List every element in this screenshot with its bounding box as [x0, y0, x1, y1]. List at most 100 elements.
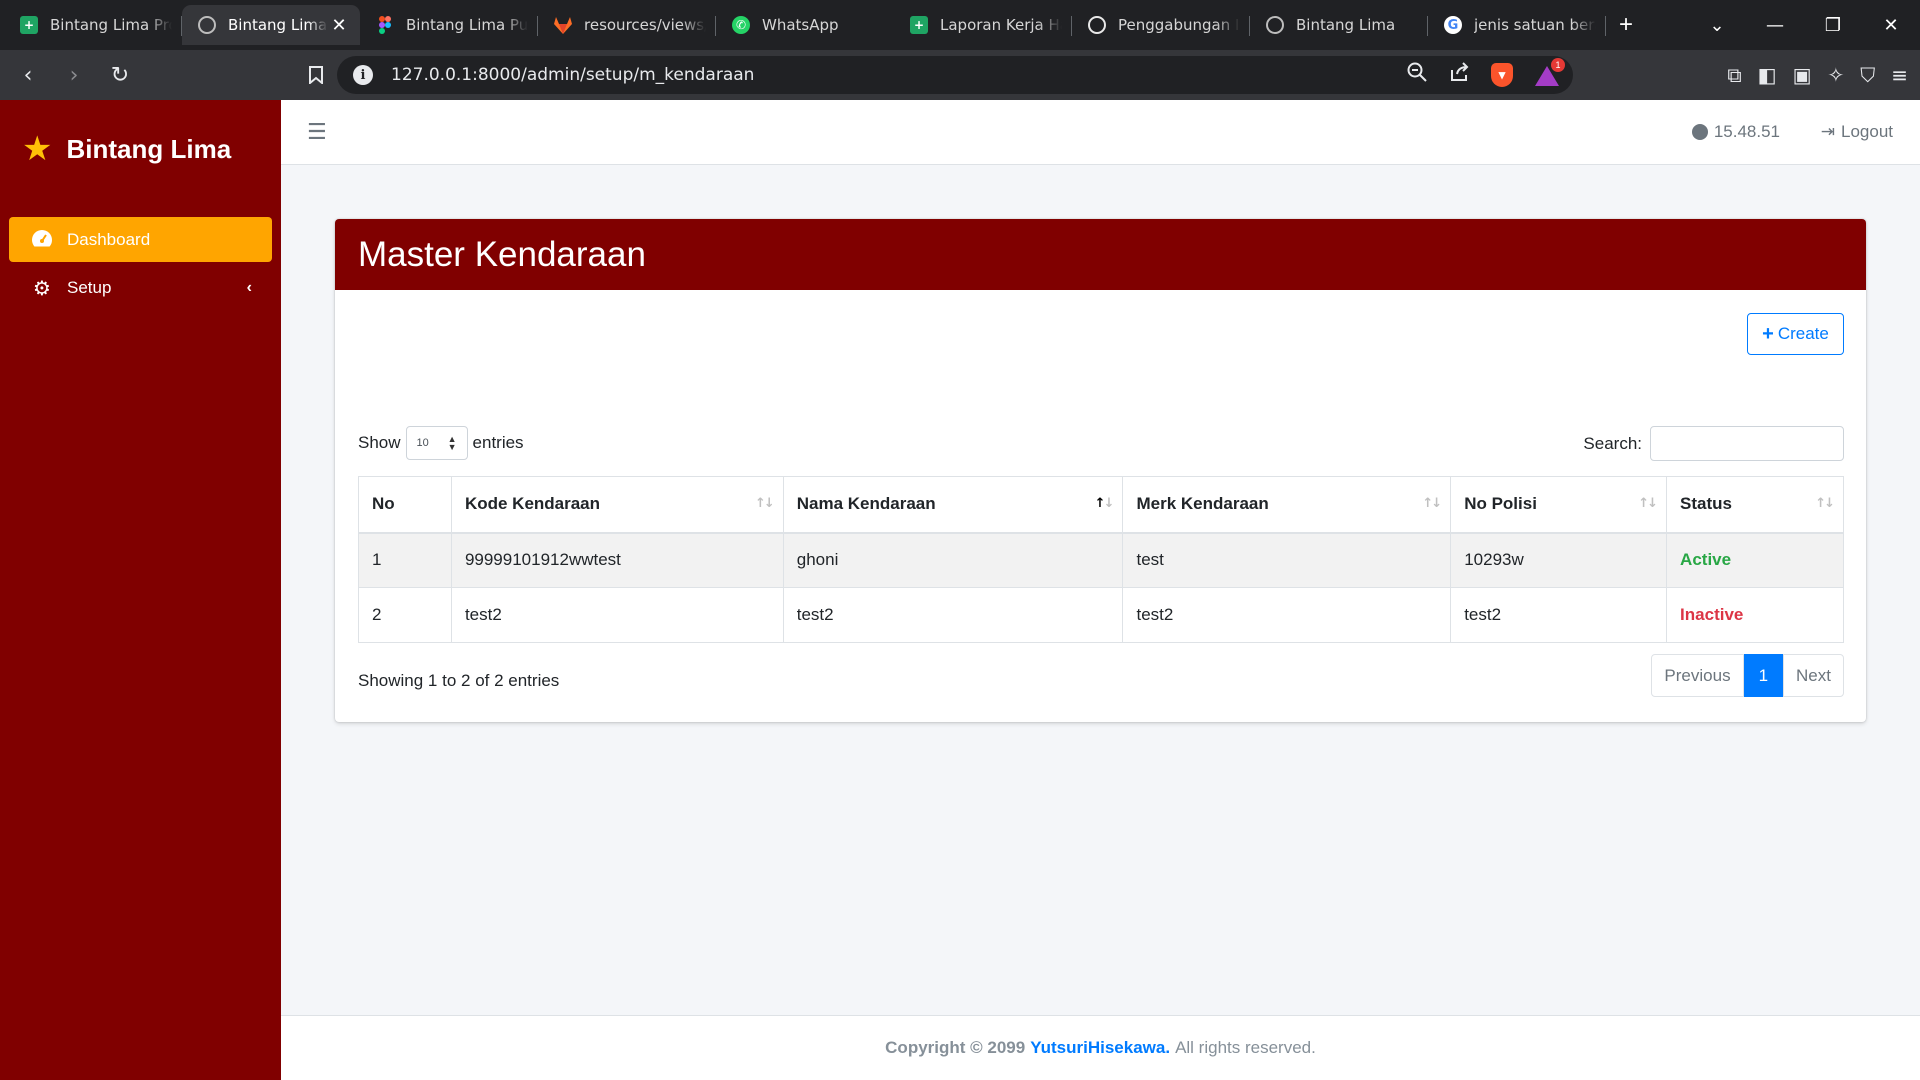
master-kendaraan-card: Master Kendaraan + Create Show 10 ▲ ▼ ent… [335, 219, 1866, 722]
column-header-no[interactable]: No [358, 476, 452, 534]
browser-tab[interactable]: Bintang Lima [1250, 5, 1428, 45]
column-header-status[interactable]: Status ↑↓ [1666, 476, 1844, 534]
brand[interactable]: ★ Bintang Lima [22, 132, 231, 166]
logout-icon: ⇥ [1820, 122, 1835, 142]
vpn-icon[interactable]: ⛉ [1860, 63, 1875, 87]
browser-tab[interactable]: + Laporan Kerja Har [894, 5, 1072, 45]
browser-tab[interactable]: resources/views/fr [538, 5, 716, 45]
browser-tab-strip: + Bintang Lima Proj Bintang Lima ✕ Binta… [0, 0, 1920, 50]
chevron-left-icon: ‹ [246, 278, 252, 296]
page-title: Master Kendaraan [358, 234, 646, 274]
entries-label: entries [472, 433, 524, 452]
address-bar[interactable]: i 127.0.0.1:8000/admin/setup/m_kendaraan… [337, 56, 1573, 94]
column-header-kode[interactable]: Kode Kendaraan ↑↓ [450, 476, 784, 534]
page-length-select[interactable]: 10 ▲ ▼ [405, 426, 468, 460]
status-badge: Active [1680, 550, 1732, 570]
pagination-page-1[interactable]: 1 [1743, 654, 1784, 697]
tachometer-icon [31, 228, 53, 252]
close-window-icon[interactable]: ✕ [1862, 15, 1920, 36]
plus-icon: + [1762, 322, 1774, 345]
tab-title: Bintang Lima Proj [50, 16, 172, 34]
browser-tab[interactable]: Penggabungan In [1072, 5, 1250, 45]
close-tab-icon[interactable]: ✕ [328, 15, 350, 36]
brave-rewards-icon[interactable]: 1 [1535, 58, 1565, 86]
table-row[interactable]: 2 test2 test2 test2 test2 Inactive [358, 587, 1844, 643]
create-button[interactable]: + Create [1747, 313, 1844, 355]
zoom-icon[interactable] [1407, 62, 1427, 88]
tab-title: Bintang Lima Putr [406, 16, 528, 34]
browser-tab[interactable]: Bintang Lima Putr [360, 5, 538, 45]
leo-ai-icon[interactable]: ✧ [1827, 63, 1844, 87]
globe-icon [1266, 16, 1284, 34]
sort-asc-icon: ↑↓ [1094, 496, 1115, 511]
logout-label: Logout [1841, 122, 1893, 141]
tab-title: Laporan Kerja Har [940, 16, 1062, 34]
whatsapp-icon: ✆ [732, 16, 750, 34]
restore-icon[interactable]: ❐ [1804, 15, 1862, 36]
new-tab-button[interactable]: + [1606, 0, 1646, 50]
sidebar-item-setup[interactable]: ⚙ Setup ‹ [9, 265, 272, 310]
google-icon: G [1444, 16, 1462, 34]
reload-icon[interactable]: ↻ [102, 57, 138, 93]
pagination-next[interactable]: Next [1783, 654, 1844, 697]
sidebar-item-label: Setup [67, 277, 112, 297]
tab-title: resources/views/fr [584, 16, 706, 34]
tab-title: jenis satuan berat [1474, 16, 1596, 34]
browser-tab[interactable]: + Bintang Lima Proj [4, 5, 182, 45]
rewards-badge: 1 [1551, 58, 1565, 72]
tab-title: Penggabungan In [1118, 16, 1240, 34]
sheets-icon: + [910, 16, 928, 34]
cell-no: 1 [358, 532, 452, 588]
cell-polisi: test2 [1450, 587, 1668, 643]
table-search: Search: [1583, 426, 1844, 461]
figma-icon [376, 16, 394, 34]
kendaraan-table: No Kode Kendaraan ↑↓ Nama Kendaraan ↑↓ Mer… [358, 476, 1844, 643]
forward-icon[interactable]: › [56, 57, 92, 93]
tab-search-chevron-icon[interactable]: ⌄ [1688, 15, 1746, 36]
browser-tab[interactable]: G jenis satuan berat [1428, 5, 1606, 45]
column-header-nama[interactable]: Nama Kendaraan ↑↓ [782, 476, 1124, 534]
cell-kode: 99999101912wwtest [450, 532, 784, 588]
star-icon: ★ [22, 129, 53, 169]
sidebar-toggle-icon[interactable]: ◧ [1758, 63, 1777, 87]
brave-shields-icon[interactable]: ▾ [1491, 63, 1513, 87]
tab-title: WhatsApp [762, 16, 839, 34]
footer-copyright: Copyright © 2099 [885, 1038, 1026, 1057]
card-header: Master Kendaraan [335, 219, 1866, 290]
cell-merk: test [1122, 532, 1452, 588]
site-info-icon[interactable]: i [353, 65, 373, 85]
status-badge: Inactive [1680, 605, 1744, 624]
cell-nama: ghoni [782, 532, 1124, 588]
create-label: Create [1777, 324, 1829, 343]
page-length-control: Show 10 ▲ ▼ entries [358, 426, 524, 460]
pagination-previous[interactable]: Previous [1651, 654, 1744, 697]
column-header-polisi[interactable]: No Polisi ↑↓ [1450, 476, 1668, 534]
cell-no: 2 [358, 587, 452, 643]
minimize-icon[interactable]: — [1746, 15, 1804, 36]
footer-author-link[interactable]: YutsuriHisekawa. [1030, 1038, 1170, 1058]
bookmark-icon[interactable] [298, 57, 334, 93]
sidebar-item-label: Dashboard [67, 229, 151, 249]
wallet-icon[interactable]: ▣ [1793, 63, 1812, 87]
back-icon[interactable]: ‹ [10, 57, 46, 93]
hamburger-icon[interactable]: ☰ [307, 120, 327, 145]
share-icon[interactable] [1449, 62, 1469, 88]
extensions-icon[interactable]: ⧉ [1727, 63, 1741, 87]
table-row[interactable]: 1 99999101912wwtest ghoni test 10293w Ac… [358, 532, 1844, 588]
browser-tab[interactable]: ✆ WhatsApp [716, 5, 894, 45]
menu-icon[interactable]: ≡ [1891, 63, 1908, 87]
url-text[interactable]: 127.0.0.1:8000/admin/setup/m_kendaraan [391, 65, 754, 85]
chatgpt-icon [1088, 16, 1106, 34]
show-label: Show [358, 433, 401, 452]
brand-name: Bintang Lima [66, 133, 232, 164]
sort-icon: ↑↓ [1638, 496, 1658, 511]
footer-rights: All rights reserved. [1175, 1038, 1316, 1057]
logout-link[interactable]: ⇥ Logout [1821, 122, 1893, 142]
sort-icon: ↑↓ [1422, 496, 1442, 511]
search-input[interactable] [1650, 426, 1844, 461]
footer: Copyright © 2099 YutsuriHisekawa. All ri… [281, 1015, 1920, 1080]
browser-tab-active[interactable]: Bintang Lima ✕ [182, 5, 360, 45]
sidebar-item-dashboard[interactable]: Dashboard [9, 217, 272, 262]
cell-merk: test2 [1122, 587, 1452, 643]
column-header-merk[interactable]: Merk Kendaraan ↑↓ [1122, 476, 1452, 534]
